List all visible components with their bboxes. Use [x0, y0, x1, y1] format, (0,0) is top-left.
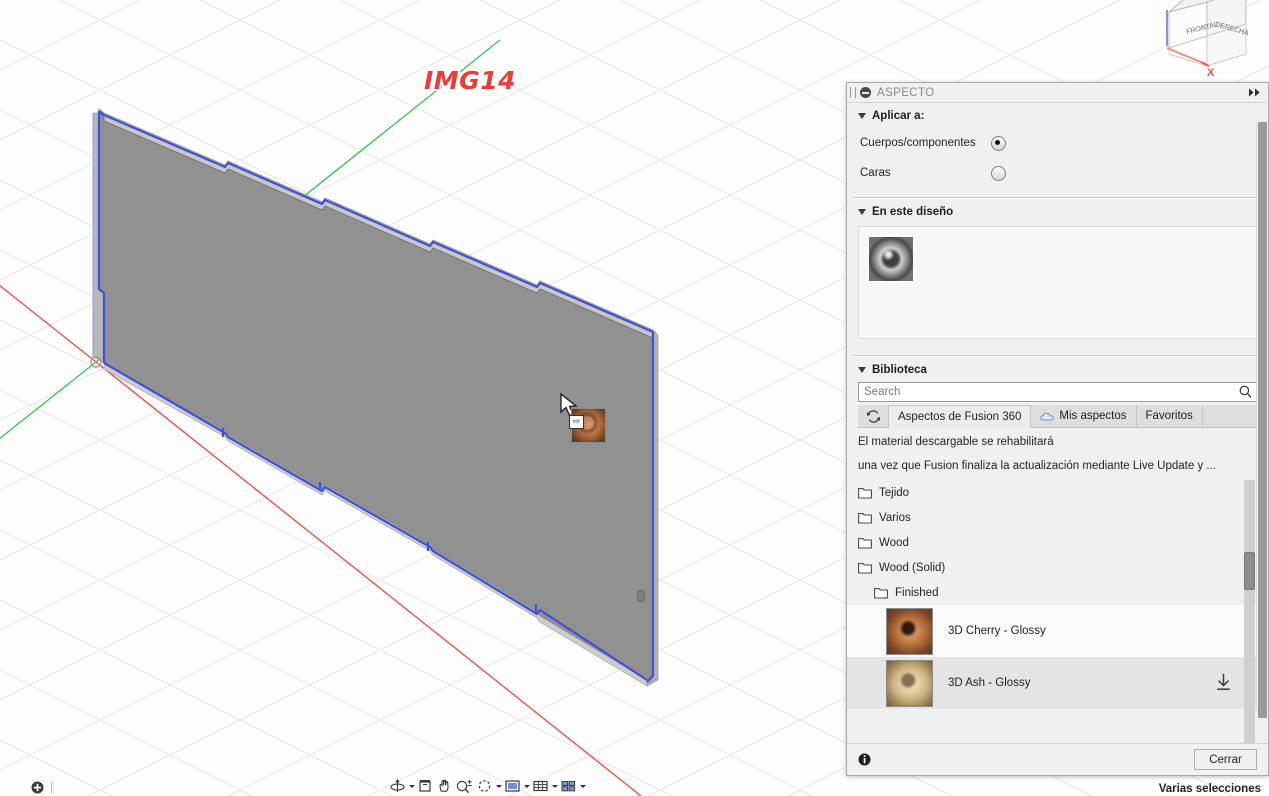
tab-label: Aspectos de Fusion 360	[898, 411, 1022, 423]
close-button[interactable]: Cerrar	[1194, 749, 1257, 770]
zoom-tool[interactable]	[454, 777, 474, 795]
list-scrollbar[interactable]	[1244, 480, 1255, 743]
tree-item-label: Varios	[879, 511, 911, 524]
panel-body: Aplicar a: Cuerpos/componentes Caras En …	[847, 103, 1268, 743]
orbit-tool[interactable]	[388, 777, 407, 795]
grid-snaps-tool[interactable]	[531, 777, 550, 795]
view-cube[interactable]: FRONTAL DERECHA SUPERIOR X	[1149, 0, 1267, 82]
add-icon[interactable]	[31, 781, 44, 794]
aspecto-panel: ASPECTO Aplicar a: Cuerpos/componentes C…	[846, 82, 1269, 776]
viewcube-axis-x: X	[1207, 67, 1215, 79]
panel-drag-grip[interactable]	[850, 87, 856, 98]
tab-favoritos[interactable]: Favoritos	[1137, 405, 1203, 427]
collapse-icon[interactable]	[860, 87, 871, 98]
design-material-swatch[interactable]	[867, 235, 915, 283]
material-row-3d-cherry-glossy[interactable]: 3D Cherry - Glossy	[847, 605, 1268, 657]
option-label-cuerpos: Cuerpos/componentes	[860, 137, 976, 149]
tab-mis-aspectos[interactable]: Mis aspectos	[1031, 405, 1137, 427]
tree-folder-tejido[interactable]: Tejido	[847, 480, 1268, 505]
bottom-navigation-bar: Varias selecciones	[0, 777, 1269, 796]
grid-caret-icon[interactable]	[551, 777, 558, 795]
section-en-este-diseno-label: En este diseño	[872, 206, 954, 218]
cloud-icon	[1040, 412, 1054, 421]
radio-cuerpos-componentes[interactable]	[991, 135, 1006, 151]
orbit-caret-icon[interactable]	[408, 777, 415, 795]
image-watermark: IMG14	[424, 66, 516, 95]
tree-folder-varios[interactable]: Varios	[847, 505, 1268, 530]
info-icon[interactable]	[858, 753, 871, 766]
tree-folder-wood-solid[interactable]: Wood (Solid)	[847, 555, 1268, 580]
look-at-tool[interactable]	[416, 777, 434, 795]
panel-footer: Cerrar	[847, 743, 1268, 775]
tab-label: Mis aspectos	[1059, 410, 1127, 422]
panel-scrollbar-thumb[interactable]	[1258, 122, 1267, 718]
tree-item-label: Wood	[879, 536, 909, 549]
folder-icon	[858, 562, 872, 574]
folder-icon	[858, 487, 872, 499]
tree-folder-finished[interactable]: Finished	[847, 580, 1268, 605]
folder-icon	[858, 537, 872, 549]
design-swatch-grid	[858, 226, 1257, 339]
pan-tool[interactable]	[435, 777, 453, 795]
tree-item-label: Finished	[895, 586, 939, 599]
toolbar-divider	[51, 781, 54, 793]
fit-tool[interactable]	[475, 777, 494, 795]
fit-caret-icon[interactable]	[495, 777, 502, 795]
search-input[interactable]	[858, 382, 1257, 402]
material-tree[interactable]: Tejido Varios Wood Wood (Solid) Finished…	[847, 480, 1268, 743]
section-en-este-diseno[interactable]: En este diseño	[847, 199, 1268, 224]
section-biblioteca-label: Biblioteca	[872, 364, 927, 376]
collapse-triangle-icon[interactable]	[858, 209, 866, 215]
section-biblioteca[interactable]: Biblioteca	[847, 357, 1268, 382]
model-body	[92, 108, 659, 687]
section-aplicar-a[interactable]: Aplicar a:	[847, 103, 1268, 128]
viewports-caret-icon[interactable]	[579, 777, 586, 795]
drop-indicator-icon: ⇨	[569, 415, 584, 429]
refresh-icon[interactable]	[858, 405, 888, 427]
material-row-3d-ash-glossy[interactable]: 3D Ash - Glossy	[847, 657, 1268, 709]
material-name-label: 3D Ash - Glossy	[948, 677, 1031, 689]
collapse-triangle-icon[interactable]	[858, 113, 866, 119]
search-row	[858, 382, 1257, 402]
option-row-cuerpos[interactable]: Cuerpos/componentes	[847, 128, 1268, 158]
display-caret-icon[interactable]	[523, 777, 530, 795]
library-notice-line1: El material descargable se rehabilitará	[858, 436, 1054, 448]
folder-icon	[858, 512, 872, 524]
library-section: Biblioteca Search Aspectos de Fusion 360…	[847, 357, 1268, 743]
section-aplicar-a-label: Aplicar a:	[872, 110, 925, 122]
material-thumbnail	[869, 237, 913, 281]
folder-icon	[874, 587, 888, 599]
tree-item-label: Tejido	[879, 486, 910, 499]
material-name-label: 3D Cherry - Glossy	[948, 625, 1046, 637]
download-icon[interactable]	[1215, 673, 1232, 691]
panel-title: ASPECTO	[877, 86, 935, 99]
panel-scrollbar[interactable]	[1256, 122, 1268, 718]
viewports-tool[interactable]	[559, 777, 578, 795]
tab-aspectos-de-fusion-360[interactable]: Aspectos de Fusion 360	[888, 405, 1032, 428]
search-icon[interactable]	[1239, 385, 1252, 398]
display-settings-tool[interactable]	[503, 777, 522, 795]
library-notice-line2: una vez que Fusion finaliza la actualiza…	[858, 460, 1216, 472]
material-thumbnail	[886, 607, 933, 655]
selection-status-text: Varias selecciones	[1158, 783, 1261, 795]
tree-folder-wood[interactable]: Wood	[847, 530, 1268, 555]
option-label-caras: Caras	[860, 167, 891, 179]
radio-caras[interactable]	[991, 165, 1006, 181]
tree-item-label: Wood (Solid)	[879, 561, 946, 574]
tab-label: Favoritos	[1145, 410, 1193, 422]
list-scrollbar-thumb[interactable]	[1244, 552, 1255, 590]
option-row-caras[interactable]: Caras	[847, 158, 1268, 188]
material-thumbnail	[886, 659, 933, 707]
library-tabs: Aspectos de Fusion 360 Mis aspectos Favo…	[858, 405, 1257, 428]
chevron-double-right-icon[interactable]	[1248, 87, 1264, 99]
panel-header: ASPECTO	[847, 83, 1268, 103]
collapse-triangle-icon[interactable]	[858, 367, 866, 373]
